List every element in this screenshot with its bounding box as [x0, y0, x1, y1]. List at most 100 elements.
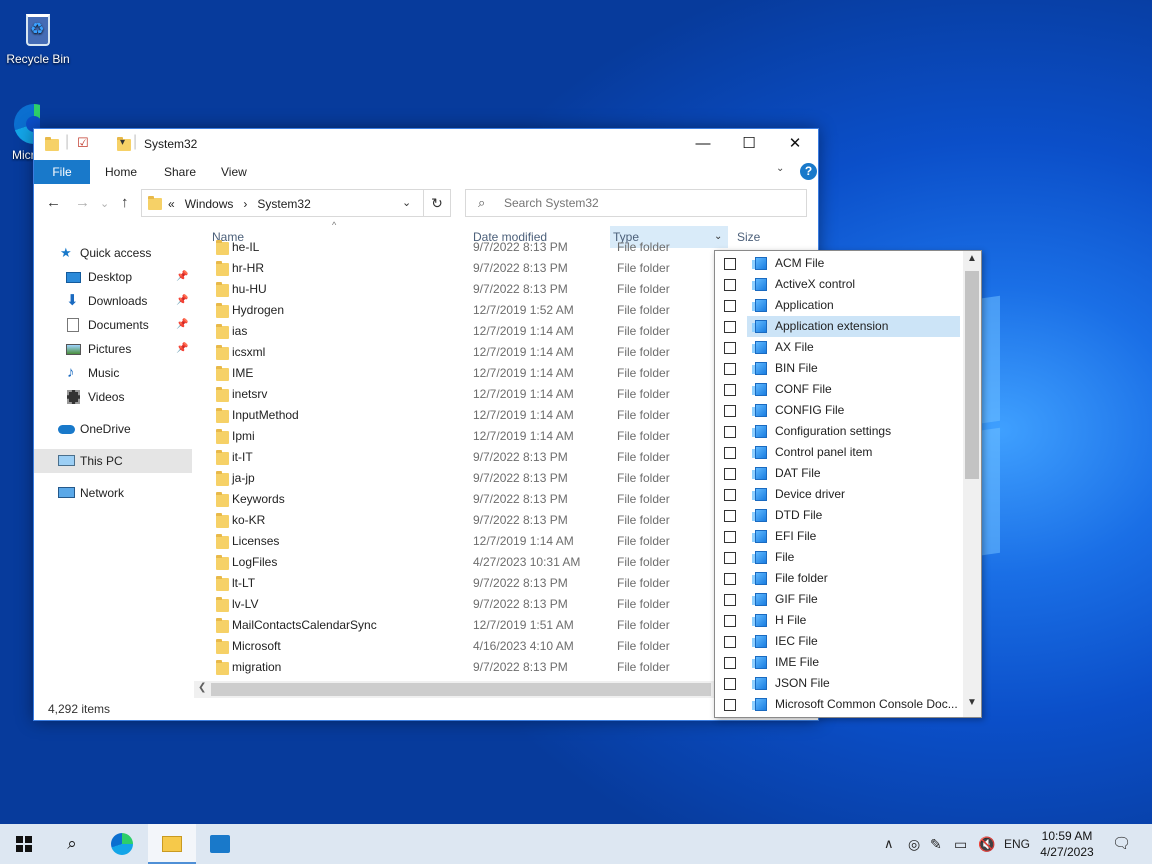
- checkbox[interactable]: [724, 384, 736, 396]
- meet-now-icon[interactable]: ◎: [908, 824, 920, 864]
- checkbox[interactable]: [724, 573, 736, 585]
- forward-button[interactable]: →: [75, 194, 90, 211]
- pin-icon[interactable]: 📌: [176, 313, 188, 337]
- filter-option[interactable]: Application extension: [715, 316, 965, 337]
- filter-option[interactable]: JSON File: [715, 673, 965, 694]
- clock[interactable]: 10:59 AM 4/27/2023: [1036, 828, 1098, 860]
- filter-option[interactable]: GIF File: [715, 589, 965, 610]
- breadcrumb-system32[interactable]: System32: [257, 197, 310, 211]
- sidebar-item-onedrive[interactable]: OneDrive: [34, 417, 192, 441]
- checkbox[interactable]: [724, 300, 736, 312]
- minimize-button[interactable]: —: [680, 129, 726, 159]
- filter-option[interactable]: File folder: [715, 568, 965, 589]
- checkbox[interactable]: [724, 594, 736, 606]
- refresh-button[interactable]: ↻: [423, 189, 451, 217]
- desktop-icon-recycle-bin[interactable]: ♻ Recycle Bin: [0, 8, 76, 66]
- customize-quick-access-icon[interactable]: ▾: [120, 137, 125, 148]
- sidebar-item-quick-access[interactable]: ★ Quick access: [34, 241, 192, 265]
- scroll-down-icon[interactable]: ▼: [967, 697, 977, 708]
- filter-option[interactable]: H File: [715, 610, 965, 631]
- checkbox[interactable]: [724, 699, 736, 711]
- notifications-icon[interactable]: 🗨: [1112, 824, 1131, 864]
- sidebar-item-videos[interactable]: Videos: [34, 385, 192, 409]
- checkbox[interactable]: [724, 405, 736, 417]
- checkbox[interactable]: [724, 468, 736, 480]
- filter-option[interactable]: DTD File: [715, 505, 965, 526]
- edge-taskbar-button[interactable]: [98, 824, 146, 864]
- filter-option[interactable]: IME File: [715, 652, 965, 673]
- checkbox[interactable]: [724, 657, 736, 669]
- store-taskbar-button[interactable]: [196, 824, 244, 864]
- search-input[interactable]: [504, 195, 794, 211]
- sidebar-item-network[interactable]: Network: [34, 481, 192, 505]
- filter-option[interactable]: ACM File: [715, 253, 965, 274]
- checkbox[interactable]: [724, 342, 736, 354]
- checkbox[interactable]: [724, 510, 736, 522]
- filter-option[interactable]: AX File: [715, 337, 965, 358]
- filter-option[interactable]: CONF File: [715, 379, 965, 400]
- checkbox[interactable]: [724, 321, 736, 333]
- sidebar-item-downloads[interactable]: ⬇ Downloads 📌: [34, 289, 192, 313]
- scrollbar-thumb[interactable]: [965, 271, 979, 479]
- filter-option[interactable]: BIN File: [715, 358, 965, 379]
- checkbox[interactable]: [724, 678, 736, 690]
- breadcrumb-windows[interactable]: Windows: [185, 197, 234, 211]
- help-icon[interactable]: ?: [800, 163, 817, 180]
- checkbox[interactable]: [724, 531, 736, 543]
- address-dropdown-icon[interactable]: ⌄: [402, 196, 411, 209]
- start-button[interactable]: [0, 824, 48, 864]
- filter-option[interactable]: Device driver: [715, 484, 965, 505]
- checkbox[interactable]: [724, 363, 736, 375]
- filter-option[interactable]: DAT File: [715, 463, 965, 484]
- sidebar-item-this-pc[interactable]: This PC: [34, 449, 192, 473]
- sidebar-item-desktop[interactable]: Desktop 📌: [34, 265, 192, 289]
- network-icon[interactable]: ▭: [954, 824, 967, 864]
- file-explorer-taskbar-button[interactable]: [148, 824, 196, 864]
- tab-share[interactable]: Share: [164, 160, 196, 184]
- checkbox[interactable]: [724, 489, 736, 501]
- pen-icon[interactable]: ✎: [930, 824, 942, 864]
- checkbox[interactable]: [724, 426, 736, 438]
- sidebar-item-music[interactable]: ♪ Music: [34, 361, 192, 385]
- checkbox[interactable]: [724, 615, 736, 627]
- checkbox[interactable]: [724, 636, 736, 648]
- pin-icon[interactable]: 📌: [176, 337, 188, 361]
- pin-icon[interactable]: 📌: [176, 265, 188, 289]
- search-taskbar-button[interactable]: ⌕: [48, 824, 96, 864]
- address-bar[interactable]: « Windows › System32 ⌄: [141, 189, 451, 217]
- volume-muted-icon[interactable]: 🔇: [978, 824, 995, 864]
- sidebar-item-documents[interactable]: Documents 📌: [34, 313, 192, 337]
- tab-home[interactable]: Home: [105, 160, 137, 184]
- filter-option[interactable]: Configuration settings: [715, 421, 965, 442]
- close-button[interactable]: ✕: [772, 129, 818, 159]
- filter-option[interactable]: IEC File: [715, 631, 965, 652]
- filter-option[interactable]: File: [715, 547, 965, 568]
- filter-option[interactable]: EFI File: [715, 526, 965, 547]
- scrollbar-thumb[interactable]: [211, 683, 711, 696]
- expand-ribbon-icon[interactable]: ⌄: [776, 163, 784, 174]
- filter-option[interactable]: Control panel item: [715, 442, 965, 463]
- checkbox[interactable]: [724, 258, 736, 270]
- sidebar-item-pictures[interactable]: Pictures 📌: [34, 337, 192, 361]
- scroll-up-icon[interactable]: ▲: [967, 253, 977, 264]
- pin-icon[interactable]: 📌: [176, 289, 188, 313]
- filter-option[interactable]: ActiveX control: [715, 274, 965, 295]
- horizontal-scrollbar[interactable]: ❮: [194, 681, 714, 698]
- recent-locations-button[interactable]: ⌄: [100, 197, 109, 210]
- filter-option[interactable]: Application: [715, 295, 965, 316]
- checkbox[interactable]: [724, 447, 736, 459]
- maximize-button[interactable]: ☐: [726, 129, 772, 159]
- search-box[interactable]: ⌕: [465, 189, 807, 217]
- back-button[interactable]: ←: [46, 194, 61, 211]
- properties-icon[interactable]: ☑: [77, 135, 89, 151]
- up-button[interactable]: ↑: [121, 194, 129, 211]
- vertical-scrollbar[interactable]: ▲ ▼: [963, 251, 981, 717]
- tab-file[interactable]: File: [34, 160, 90, 184]
- scroll-left-icon[interactable]: ❮: [198, 682, 206, 693]
- language-indicator[interactable]: ENG: [1004, 824, 1030, 864]
- checkbox[interactable]: [724, 279, 736, 291]
- filter-option[interactable]: CONFIG File: [715, 400, 965, 421]
- tab-view[interactable]: View: [221, 160, 247, 184]
- show-hidden-icons-button[interactable]: ∧: [884, 824, 894, 864]
- filter-option[interactable]: Microsoft Common Console Doc...: [715, 694, 965, 715]
